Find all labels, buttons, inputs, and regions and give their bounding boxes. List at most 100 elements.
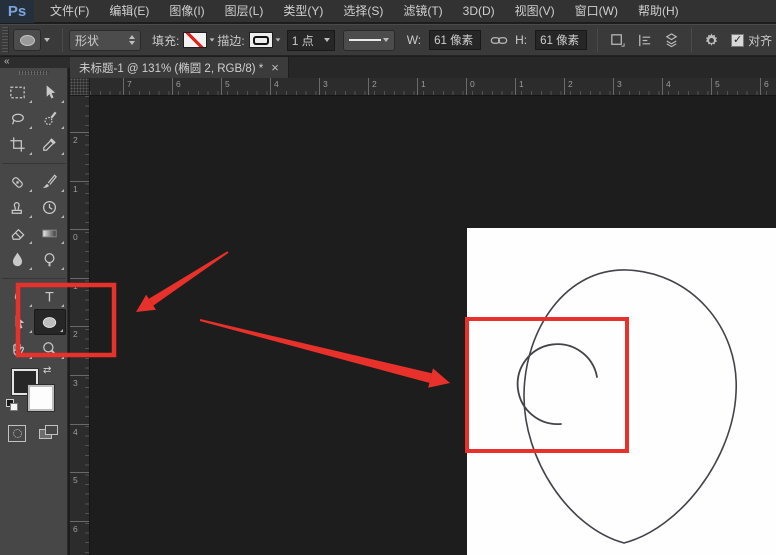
tool-preset-picker[interactable] <box>13 29 50 51</box>
lasso-icon <box>11 113 24 125</box>
shape-height-field[interactable]: 61 像素 <box>535 30 588 50</box>
menu-item-2[interactable]: 图像(I) <box>159 0 214 23</box>
link-dimensions-icon[interactable] <box>490 34 508 47</box>
close-tab-icon[interactable]: × <box>271 61 279 74</box>
menu-item-4[interactable]: 类型(Y) <box>273 0 333 23</box>
eyedropper-icon <box>43 137 56 151</box>
align-edges-label: 对齐 <box>748 33 773 48</box>
eraser-tool[interactable] <box>2 220 34 246</box>
gradient-icon <box>42 229 57 237</box>
spot-healing-brush-tool[interactable] <box>2 168 34 194</box>
tool-separator <box>1 157 66 164</box>
fill-color-swatch-none[interactable] <box>183 32 208 48</box>
path-operations-icon[interactable] <box>609 32 626 49</box>
menu-item-0[interactable]: 文件(F) <box>40 0 99 23</box>
stroke-width-value: 1 点 <box>291 33 314 48</box>
document-tab-bar: 未标题-1 @ 131% (椭圆 2, RGB/8) * × <box>70 57 776 78</box>
menu-items: 文件(F) 编辑(E) 图像(I) 图层(L) 类型(Y) 选择(S) 滤镜(T) 3D(D)… <box>34 0 689 23</box>
stroke-color-swatch[interactable] <box>248 32 273 48</box>
hand-tool[interactable] <box>2 335 34 361</box>
pen-tool[interactable] <box>2 283 34 309</box>
quick-mask-button[interactable] <box>8 425 26 442</box>
spot-healing-brush-icon <box>12 176 23 188</box>
horizontal-ruler[interactable]: 7 6 5 4 3 2 1 0 1 2 3 4 5 6 <box>90 78 776 96</box>
hruler-tick-1: 1 <box>417 78 426 95</box>
blur-icon <box>12 252 23 266</box>
background-color-swatch[interactable] <box>27 384 55 412</box>
path-arrangement-icon[interactable] <box>663 32 680 49</box>
chevron-down-icon <box>323 38 330 42</box>
vruler-tick-1: 1 <box>70 180 89 194</box>
ruler-origin-corner[interactable] <box>70 78 90 96</box>
vruler-tick-6: 6 <box>70 520 89 534</box>
hand-icon <box>13 342 25 356</box>
eyedropper-tool[interactable] <box>34 131 66 157</box>
document-tab[interactable]: 未标题-1 @ 131% (椭圆 2, RGB/8) * × <box>70 57 289 78</box>
panel-grip[interactable] <box>18 71 49 75</box>
stroke-width-dropdown[interactable]: 1 点 <box>286 29 335 51</box>
hruler-tick-6: 6 <box>172 78 181 95</box>
hruler-tick-6: 6 <box>760 78 769 95</box>
vruler-tick-1: 1 <box>70 277 89 291</box>
clone-stamp-tool[interactable] <box>2 194 34 220</box>
type-tool[interactable]: T <box>34 283 66 309</box>
gradient-tool[interactable] <box>34 220 66 246</box>
vruler-tick-5: 5 <box>70 472 89 485</box>
crop-icon <box>10 136 25 152</box>
history-brush-tool[interactable] <box>34 194 66 220</box>
document-tab-title: 未标题-1 @ 131% (椭圆 2, RGB/8) * <box>79 62 264 75</box>
crop-tool[interactable] <box>2 131 34 157</box>
swap-colors-icon[interactable]: ⇄ <box>43 365 51 376</box>
ellipse-tool[interactable] <box>33 309 66 335</box>
move-tool[interactable] <box>34 79 66 105</box>
menu-item-1[interactable]: 编辑(E) <box>99 0 159 23</box>
align-edges-checkbox[interactable]: ✓ <box>731 33 745 47</box>
vruler-tick-3: 3 <box>70 375 89 388</box>
path-selection-tool[interactable] <box>2 309 34 335</box>
quick-selection-tool[interactable] <box>34 105 66 131</box>
blur-tool[interactable] <box>2 246 34 272</box>
chevron-down-icon <box>382 38 389 42</box>
zoom-icon <box>43 341 57 355</box>
vertical-ruler[interactable]: 2 1 0 1 2 3 4 5 6 <box>70 96 90 555</box>
menu-bar: Ps 文件(F) 编辑(E) 图像(I) 图层(L) 类型(Y) 选择(S) 滤镜(T) 3D… <box>0 0 776 23</box>
menu-item-3[interactable]: 图层(L) <box>215 0 274 23</box>
ellipse-icon <box>42 316 57 328</box>
gear-icon[interactable] <box>703 32 720 49</box>
menu-item-10[interactable]: 帮助(H) <box>628 0 689 23</box>
hruler-tick-4: 4 <box>270 78 279 95</box>
collapse-panel-button[interactable]: « <box>0 57 70 68</box>
separator <box>691 28 693 52</box>
height-label: H: <box>515 33 528 47</box>
document-canvas[interactable] <box>467 228 776 555</box>
menu-item-6[interactable]: 滤镜(T) <box>393 0 452 23</box>
stroke-label: 描边: <box>217 33 245 48</box>
shape-width-field[interactable]: 61 像素 <box>429 30 482 50</box>
zoom-tool[interactable] <box>34 335 66 361</box>
menu-item-5[interactable]: 选择(S) <box>333 0 393 23</box>
width-label: W: <box>406 33 422 47</box>
menu-item-9[interactable]: 窗口(W) <box>565 0 628 23</box>
eraser-icon <box>11 228 25 240</box>
stroke-style-dropdown[interactable] <box>342 29 395 51</box>
brush-tool[interactable] <box>34 168 66 194</box>
default-colors-icon[interactable] <box>6 399 19 411</box>
pen-icon <box>14 288 21 303</box>
lasso-tool[interactable] <box>2 105 34 131</box>
menu-item-7[interactable]: 3D(D) <box>453 0 505 23</box>
tool-options-bar: 形状 填充: 描边: 1 点 W: 61 像素 H: 61 像素 ✓ 对齐 <box>0 24 776 56</box>
tool-mode-dropdown[interactable]: 形状 <box>69 29 141 51</box>
menu-item-8[interactable]: 视图(V) <box>505 0 565 23</box>
path-alignment-icon[interactable] <box>636 32 653 49</box>
svg-text:T: T <box>45 289 54 305</box>
hruler-tick-5: 5 <box>221 78 230 95</box>
photoshop-logo: Ps <box>0 0 34 23</box>
rectangular-marquee-tool[interactable] <box>2 79 34 105</box>
dodge-icon <box>44 252 55 266</box>
type-icon: T <box>45 289 54 305</box>
dodge-tool[interactable] <box>34 246 66 272</box>
spinner-icon <box>129 35 135 45</box>
screen-mode-button[interactable] <box>39 425 59 442</box>
separator <box>597 28 599 52</box>
vruler-tick-0: 0 <box>70 229 89 242</box>
